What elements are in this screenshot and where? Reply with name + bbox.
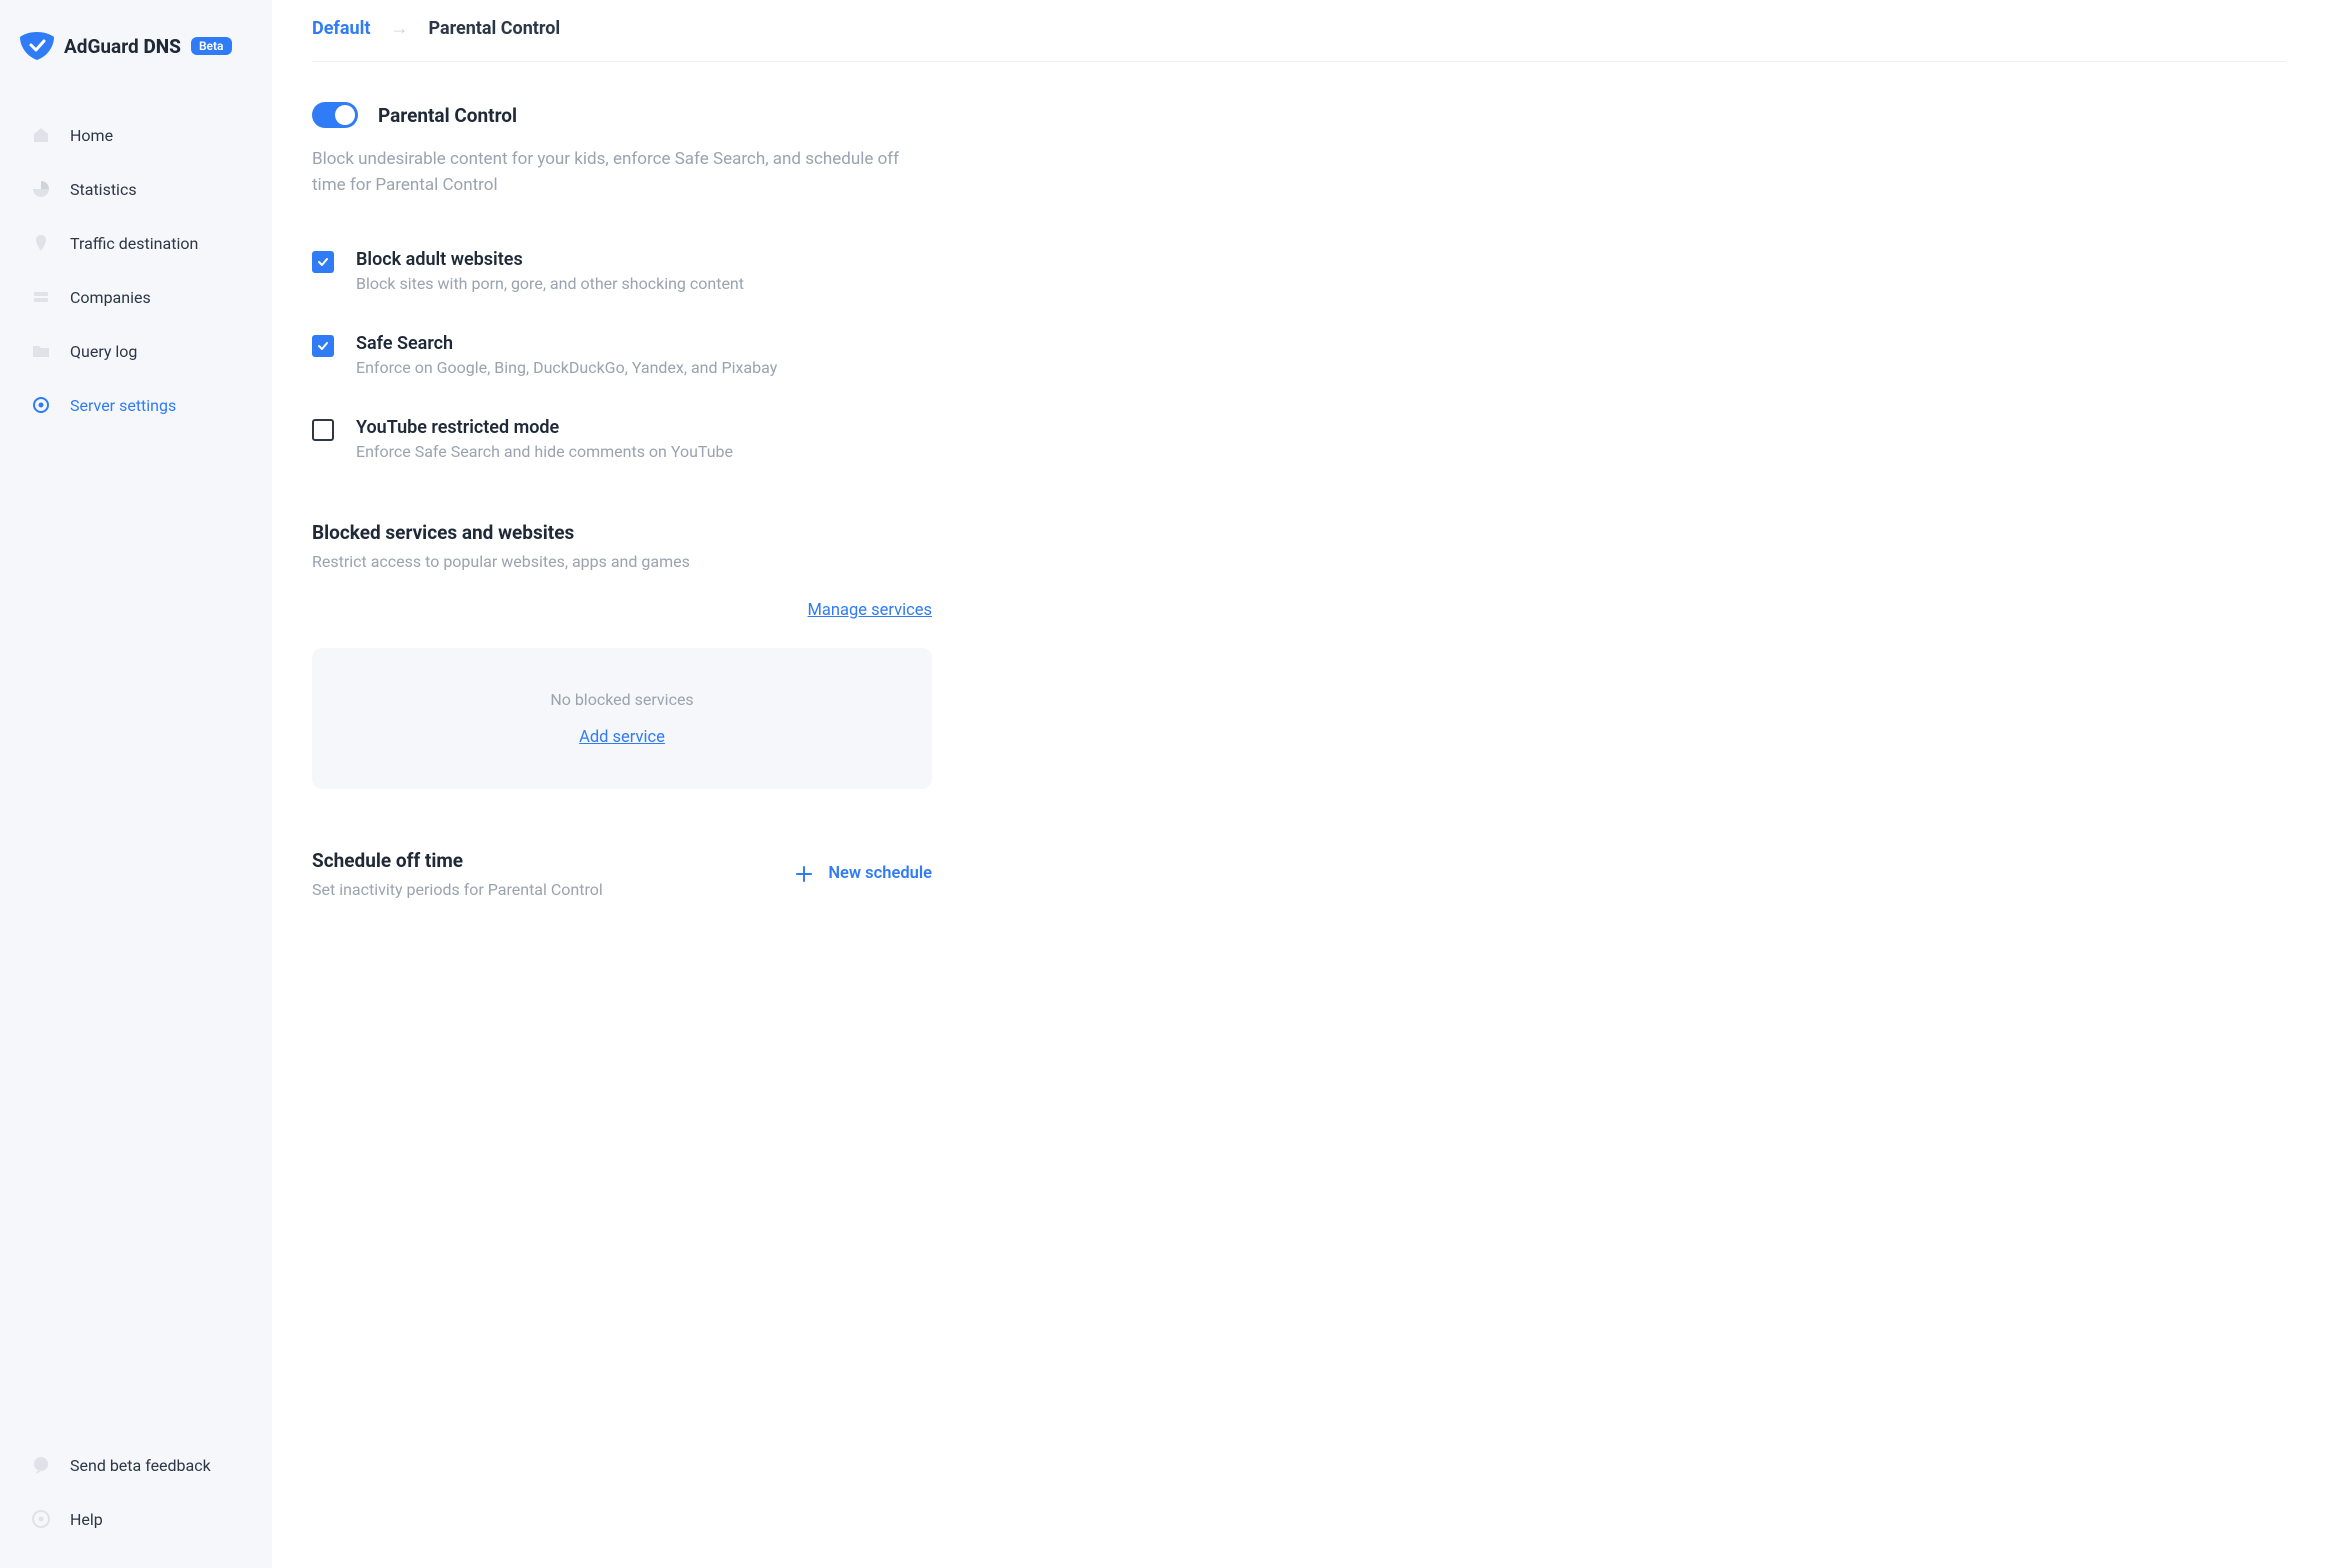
option-title: Safe Search xyxy=(356,333,777,354)
breadcrumb-current: Parental Control xyxy=(428,18,560,39)
sidebar-footer: Send beta feedback Help xyxy=(0,1440,272,1544)
sidebar-item-companies[interactable]: Companies xyxy=(10,272,262,322)
option-title: YouTube restricted mode xyxy=(356,417,733,438)
arrow-right-icon: → xyxy=(390,18,408,39)
piechart-icon xyxy=(30,178,52,200)
sidebar-item-server-settings[interactable]: Server settings xyxy=(10,380,262,430)
sidebar-item-home[interactable]: Home xyxy=(10,110,262,160)
blocked-services-desc: Restrict access to popular websites, app… xyxy=(312,552,932,571)
plus-icon xyxy=(794,864,814,884)
manage-services-link[interactable]: Manage services xyxy=(808,601,932,620)
option-youtube-restricted: YouTube restricted mode Enforce Safe Sea… xyxy=(312,417,932,461)
sidebar-item-querylog[interactable]: Query log xyxy=(10,326,262,376)
sidebar-item-feedback[interactable]: Send beta feedback xyxy=(10,1440,262,1490)
sidebar-item-label: Home xyxy=(70,126,113,145)
blocked-services-empty: No blocked services Add service xyxy=(312,648,932,789)
toggle-knob xyxy=(335,105,355,125)
sidebar-item-label: Send beta feedback xyxy=(70,1456,211,1475)
schedule-desc: Set inactivity periods for Parental Cont… xyxy=(312,880,774,899)
option-safe-search: Safe Search Enforce on Google, Bing, Duc… xyxy=(312,333,932,377)
manage-services-row: Manage services xyxy=(312,601,932,620)
home-icon xyxy=(30,124,52,146)
sidebar-nav: Home Statistics Traffic destination Comp… xyxy=(0,110,272,1440)
section-header: Parental Control xyxy=(312,102,932,128)
sidebar-item-label: Server settings xyxy=(70,396,176,415)
option-desc: Enforce on Google, Bing, DuckDuckGo, Yan… xyxy=(356,358,777,377)
help-icon xyxy=(30,1508,52,1530)
option-title: Block adult websites xyxy=(356,249,744,270)
sidebar-item-statistics[interactable]: Statistics xyxy=(10,164,262,214)
chat-icon xyxy=(30,1454,52,1476)
sidebar-item-traffic[interactable]: Traffic destination xyxy=(10,218,262,268)
parental-control-toggle[interactable] xyxy=(312,102,358,128)
section-description: Block undesirable content for your kids,… xyxy=(312,146,932,199)
sidebar: AdGuard DNS Beta Home Statistics Traffic… xyxy=(0,0,272,1568)
checkbox-block-adult[interactable] xyxy=(312,251,334,273)
schedule-title: Schedule off time xyxy=(312,849,774,872)
brand-text: AdGuard DNS xyxy=(64,35,181,58)
section-title: Parental Control xyxy=(378,104,517,127)
beta-badge: Beta xyxy=(191,37,232,55)
checkbox-youtube-restricted[interactable] xyxy=(312,419,334,441)
blocked-services-title: Blocked services and websites xyxy=(312,521,932,544)
option-desc: Block sites with porn, gore, and other s… xyxy=(356,274,744,293)
add-service-link[interactable]: Add service xyxy=(579,728,665,747)
brand-logo: AdGuard DNS Beta xyxy=(0,24,272,80)
new-schedule-label: New schedule xyxy=(828,864,932,883)
folder-icon xyxy=(30,340,52,362)
sidebar-item-label: Query log xyxy=(70,342,137,361)
option-block-adult: Block adult websites Block sites with po… xyxy=(312,249,932,293)
parental-control-section: Parental Control Block undesirable conte… xyxy=(312,102,932,899)
schedule-section: Schedule off time Set inactivity periods… xyxy=(312,849,932,899)
sidebar-item-label: Traffic destination xyxy=(70,234,198,253)
gear-icon xyxy=(30,394,52,416)
pin-icon xyxy=(30,232,52,254)
adguard-logo-icon xyxy=(20,32,54,60)
option-desc: Enforce Safe Search and hide comments on… xyxy=(356,442,733,461)
breadcrumb-root[interactable]: Default xyxy=(312,18,370,39)
main-content: Default → Parental Control Parental Cont… xyxy=(272,0,2326,1568)
sidebar-item-label: Help xyxy=(70,1510,103,1529)
checkbox-safe-search[interactable] xyxy=(312,335,334,357)
new-schedule-button[interactable]: New schedule xyxy=(794,864,932,884)
stack-icon xyxy=(30,286,52,308)
sidebar-item-label: Companies xyxy=(70,288,151,307)
sidebar-item-help[interactable]: Help xyxy=(10,1494,262,1544)
option-list: Block adult websites Block sites with po… xyxy=(312,249,932,461)
sidebar-item-label: Statistics xyxy=(70,180,137,199)
breadcrumb: Default → Parental Control xyxy=(312,0,2286,62)
empty-text: No blocked services xyxy=(332,690,912,709)
